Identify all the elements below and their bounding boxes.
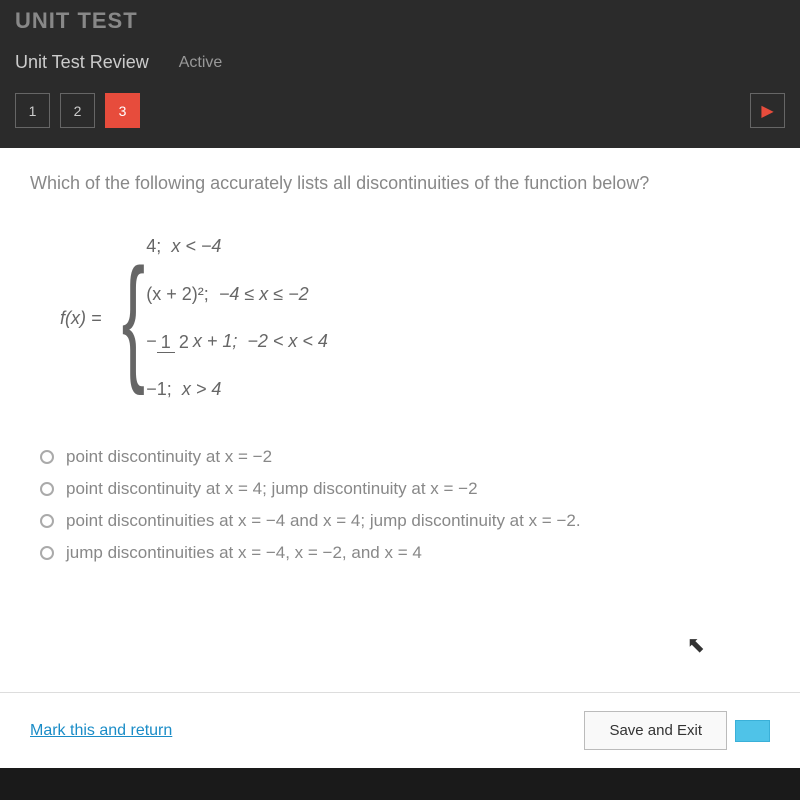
piece-4: −1; x > 4: [146, 370, 328, 410]
option-2[interactable]: point discontinuity at x = 4; jump disco…: [40, 479, 770, 499]
piece-1-cond: x < −4: [171, 236, 221, 256]
frac-num: 1: [157, 332, 175, 353]
option-4[interactable]: jump discontinuities at x = −4, x = −2, …: [40, 543, 770, 563]
page-title: Unit Test: [15, 8, 785, 34]
cursor-icon: ⬉: [687, 632, 705, 658]
fraction: 12: [157, 333, 193, 351]
option-1-text: point discontinuity at x = −2: [66, 447, 272, 467]
option-1[interactable]: point discontinuity at x = −2: [40, 447, 770, 467]
brace-icon: {: [121, 269, 144, 367]
piece-4-val: −1;: [146, 379, 172, 399]
next-button[interactable]: [735, 720, 770, 742]
nav-item-2[interactable]: 2: [60, 93, 95, 128]
piece-2: (x + 2)²; −4 ≤ x ≤ −2: [146, 275, 328, 315]
radio-icon[interactable]: [40, 482, 54, 496]
radio-icon[interactable]: [40, 514, 54, 528]
piece-1: 4; x < −4: [146, 227, 328, 267]
piece-1-val: 4;: [146, 236, 161, 256]
footer: Mark this and return Save and Exit: [0, 692, 800, 768]
piece-3-cond: −2 < x < 4: [247, 331, 328, 351]
option-4-text: jump discontinuities at x = −4, x = −2, …: [66, 543, 422, 563]
piece-3: −12x + 1; −2 < x < 4: [146, 322, 328, 362]
header: Unit Test: [0, 0, 800, 42]
piece-3-rest: x + 1;: [193, 331, 238, 351]
nav-item-3[interactable]: 3: [105, 93, 140, 128]
fx-label: f(x) =: [60, 308, 102, 329]
footer-right: Save and Exit: [584, 711, 770, 750]
formula: f(x) = { 4; x < −4 (x + 2)²; −4 ≤ x ≤ −2…: [60, 219, 770, 417]
nav-item-1[interactable]: 1: [15, 93, 50, 128]
piece-2-cond: −4 ≤ x ≤ −2: [219, 284, 309, 304]
subheader: Unit Test Review Active: [0, 42, 800, 83]
question-prompt: Which of the following accurately lists …: [30, 173, 770, 194]
mark-return-link[interactable]: Mark this and return: [30, 722, 172, 740]
option-2-text: point discontinuity at x = 4; jump disco…: [66, 479, 478, 499]
option-3[interactable]: point discontinuities at x = −4 and x = …: [40, 511, 770, 531]
piece-2-val: (x + 2)²;: [146, 284, 209, 304]
review-label: Unit Test Review: [15, 52, 149, 73]
piecewise-pieces: 4; x < −4 (x + 2)²; −4 ≤ x ≤ −2 −12x + 1…: [146, 219, 328, 417]
frac-den: 2: [175, 332, 193, 352]
nav-next-arrow[interactable]: ▶: [750, 93, 785, 128]
piece-4-cond: x > 4: [182, 379, 222, 399]
active-label: Active: [179, 54, 223, 72]
content-area: Which of the following accurately lists …: [0, 148, 800, 768]
nav-row: 1 2 3 ▶: [0, 83, 800, 148]
option-3-text: point discontinuities at x = −4 and x = …: [66, 511, 581, 531]
radio-icon[interactable]: [40, 546, 54, 560]
radio-icon[interactable]: [40, 450, 54, 464]
piece-3-neg: −: [146, 331, 157, 351]
options-list: point discontinuity at x = −2 point disc…: [40, 447, 770, 563]
save-exit-button[interactable]: Save and Exit: [584, 711, 727, 750]
